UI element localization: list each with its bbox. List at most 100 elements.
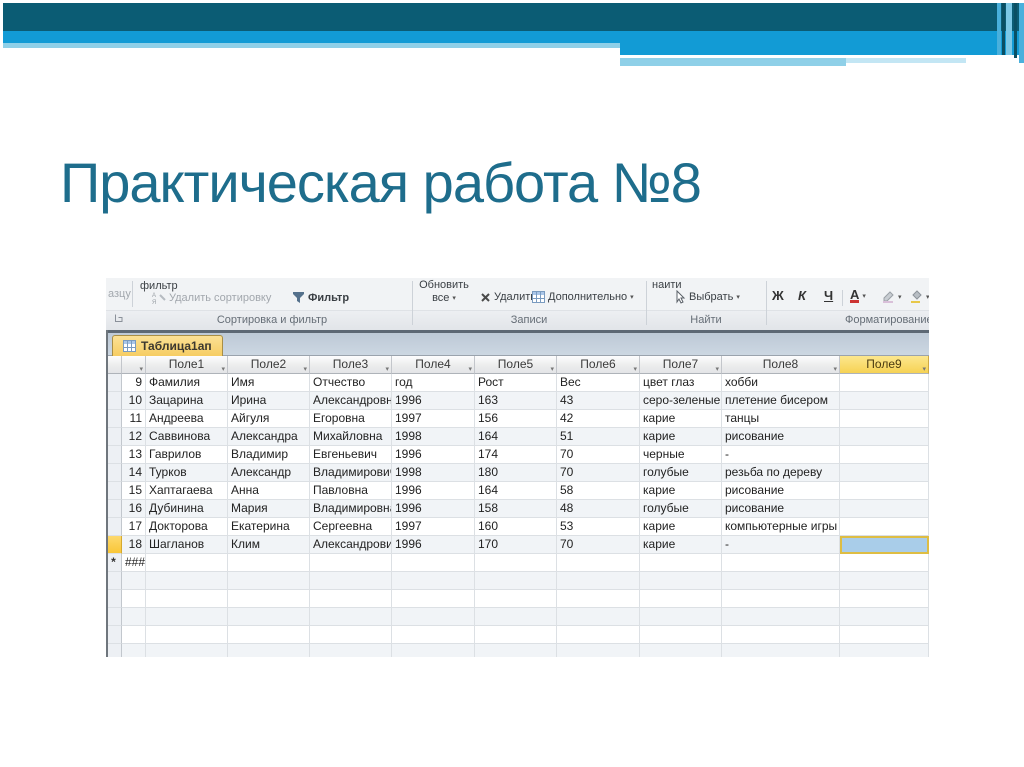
table-cell[interactable]: Егоровна bbox=[310, 410, 392, 428]
table-cell[interactable] bbox=[228, 554, 310, 572]
table-cell[interactable] bbox=[557, 554, 640, 572]
table-cell[interactable] bbox=[840, 500, 929, 518]
table-cell[interactable]: компьютерные игры bbox=[722, 518, 840, 536]
table-cell[interactable]: хобби bbox=[722, 374, 840, 392]
table-cell[interactable]: 1996 bbox=[392, 446, 475, 464]
table-cell[interactable]: 163 bbox=[475, 392, 557, 410]
bold-button[interactable]: Ж bbox=[772, 290, 784, 302]
column-header-Поле4[interactable]: Поле4▾ bbox=[392, 356, 475, 374]
table-cell[interactable] bbox=[840, 428, 929, 446]
remove-sort-button[interactable]: А Я Удалить сортировку bbox=[152, 291, 271, 304]
record-id[interactable]: 18 bbox=[122, 536, 146, 554]
table-cell[interactable]: рисование bbox=[722, 482, 840, 500]
filter-button[interactable]: Фильтр bbox=[292, 291, 349, 304]
table-cell[interactable]: Докторова bbox=[146, 518, 228, 536]
record-id[interactable]: 13 bbox=[122, 446, 146, 464]
table-cell[interactable]: Рост bbox=[475, 374, 557, 392]
record-id[interactable]: 9 bbox=[122, 374, 146, 392]
column-dropdown-icon[interactable]: ▾ bbox=[468, 361, 472, 374]
table-cell[interactable]: 1996 bbox=[392, 500, 475, 518]
column-dropdown-icon[interactable]: ▾ bbox=[303, 361, 307, 374]
table-cell[interactable]: Екатерина bbox=[228, 518, 310, 536]
table-cell[interactable]: 164 bbox=[475, 482, 557, 500]
record-id[interactable]: 17 bbox=[122, 518, 146, 536]
table-cell[interactable]: Шагланов bbox=[146, 536, 228, 554]
refresh-all-button[interactable]: Обновить bbox=[414, 279, 474, 291]
column-dropdown-icon[interactable]: ▾ bbox=[922, 361, 926, 374]
table-cell[interactable]: 1996 bbox=[392, 536, 475, 554]
table-cell[interactable] bbox=[840, 374, 929, 392]
table-cell[interactable]: 70 bbox=[557, 536, 640, 554]
table-cell[interactable]: Зацарина bbox=[146, 392, 228, 410]
table-cell[interactable]: 1998 bbox=[392, 464, 475, 482]
table-cell[interactable]: черные bbox=[640, 446, 722, 464]
table-cell[interactable]: Имя bbox=[228, 374, 310, 392]
table-cell[interactable]: Клим bbox=[228, 536, 310, 554]
table-cell[interactable]: Владимирович bbox=[310, 464, 392, 482]
column-dropdown-icon[interactable]: ▾ bbox=[633, 361, 637, 374]
table-cell[interactable]: карие bbox=[640, 428, 722, 446]
record-id[interactable]: 14 bbox=[122, 464, 146, 482]
table-cell[interactable] bbox=[840, 482, 929, 500]
table-cell[interactable] bbox=[722, 554, 840, 572]
table-cell[interactable]: Хаптагаева bbox=[146, 482, 228, 500]
selected-cell[interactable] bbox=[840, 536, 929, 554]
table-cell[interactable]: Михайловна bbox=[310, 428, 392, 446]
table-cell[interactable]: Анна bbox=[228, 482, 310, 500]
table-cell[interactable]: голубые bbox=[640, 500, 722, 518]
column-header-Поле2[interactable]: Поле2▾ bbox=[228, 356, 310, 374]
italic-button[interactable]: К bbox=[798, 290, 806, 302]
table-cell[interactable]: 1997 bbox=[392, 518, 475, 536]
row-selector[interactable] bbox=[106, 500, 122, 518]
select-all-corner[interactable] bbox=[106, 356, 122, 374]
table-cell[interactable]: Павловна bbox=[310, 482, 392, 500]
column-header-Поле3[interactable]: Поле3▾ bbox=[310, 356, 392, 374]
highlight-color-button[interactable]: ▾ bbox=[882, 290, 902, 303]
dialog-launcher-icon[interactable] bbox=[114, 313, 124, 323]
table-cell[interactable]: Отчество bbox=[310, 374, 392, 392]
record-id[interactable]: 11 bbox=[122, 410, 146, 428]
table-cell[interactable]: цвет глаз bbox=[640, 374, 722, 392]
table-cell[interactable]: карие bbox=[640, 518, 722, 536]
more-button[interactable]: Дополнительно ▾ bbox=[532, 291, 634, 303]
table-cell[interactable] bbox=[840, 392, 929, 410]
table-cell[interactable]: Александровна bbox=[310, 392, 392, 410]
table-cell[interactable]: 180 bbox=[475, 464, 557, 482]
table-cell[interactable]: голубые bbox=[640, 464, 722, 482]
table-cell[interactable]: 58 bbox=[557, 482, 640, 500]
row-selector[interactable] bbox=[106, 428, 122, 446]
table-cell[interactable]: серо-зеленые bbox=[640, 392, 722, 410]
table-cell[interactable]: 156 bbox=[475, 410, 557, 428]
table-cell[interactable]: 174 bbox=[475, 446, 557, 464]
table-cell[interactable] bbox=[840, 518, 929, 536]
table-cell[interactable]: Дубинина bbox=[146, 500, 228, 518]
row-selector[interactable] bbox=[106, 464, 122, 482]
table-cell[interactable]: Владимир bbox=[228, 446, 310, 464]
table-cell[interactable]: карие bbox=[640, 482, 722, 500]
column-dropdown-icon[interactable]: ▾ bbox=[139, 361, 143, 374]
table-cell[interactable] bbox=[475, 554, 557, 572]
new-record-id[interactable]: #### bbox=[122, 554, 146, 572]
column-dropdown-icon[interactable]: ▾ bbox=[715, 361, 719, 374]
table-cell[interactable]: - bbox=[722, 446, 840, 464]
column-header-Поле9[interactable]: Поле9▾ bbox=[840, 356, 929, 374]
table-cell[interactable]: 160 bbox=[475, 518, 557, 536]
table-cell[interactable]: 1997 bbox=[392, 410, 475, 428]
row-selector[interactable] bbox=[106, 374, 122, 392]
record-id[interactable]: 16 bbox=[122, 500, 146, 518]
row-selector[interactable] bbox=[106, 410, 122, 428]
record-id[interactable]: 15 bbox=[122, 482, 146, 500]
row-selector[interactable] bbox=[106, 518, 122, 536]
select-button[interactable]: Выбрать ▾ bbox=[676, 290, 740, 304]
table-cell[interactable] bbox=[840, 464, 929, 482]
column-header-Поле7[interactable]: Поле7▾ bbox=[640, 356, 722, 374]
row-selector[interactable] bbox=[106, 536, 122, 554]
table-cell[interactable]: Фамилия bbox=[146, 374, 228, 392]
table-cell[interactable]: 51 bbox=[557, 428, 640, 446]
table-cell[interactable]: Андреева bbox=[146, 410, 228, 428]
table-cell[interactable] bbox=[840, 554, 929, 572]
table-cell[interactable]: танцы bbox=[722, 410, 840, 428]
table-cell[interactable]: Александрович bbox=[310, 536, 392, 554]
table-cell[interactable]: 1996 bbox=[392, 392, 475, 410]
table-cell[interactable] bbox=[392, 554, 475, 572]
